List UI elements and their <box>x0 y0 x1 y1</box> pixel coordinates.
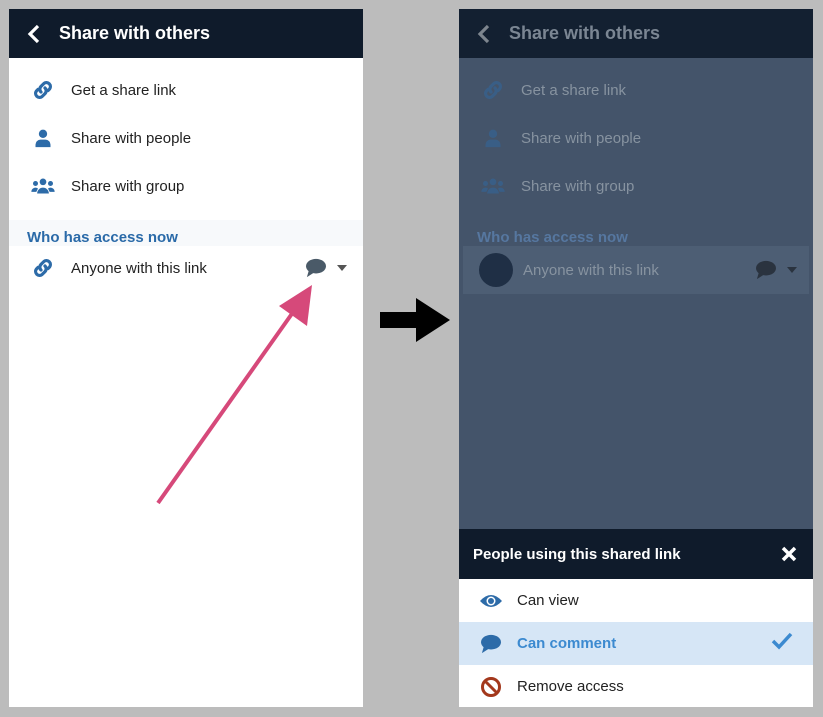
eye-icon <box>480 594 502 607</box>
permission-sheet: People using this shared link Can view C… <box>459 529 813 707</box>
option-remove-access[interactable]: Remove access <box>459 665 813 707</box>
access-row: Anyone with this link <box>463 246 809 294</box>
caret-down-icon <box>787 267 797 273</box>
page-title: Share with others <box>509 23 661 43</box>
black-arrow-right <box>380 298 450 342</box>
dimmed-content: Share with others Get a share link Share… <box>459 9 813 294</box>
link-icon <box>481 78 505 102</box>
sheet-header: People using this shared link <box>459 529 813 579</box>
option-label: Remove access <box>517 678 624 695</box>
menu-item-share-with-people: Share with people <box>459 114 813 162</box>
option-label: Can comment <box>517 635 617 652</box>
checkmark-icon <box>771 632 793 650</box>
sheet-title: People using this shared link <box>473 545 681 563</box>
menu-item-get-share-link: Get a share link <box>459 66 813 114</box>
menu-item-share-with-group: Share with group <box>459 162 813 210</box>
ban-icon <box>481 676 501 697</box>
pink-arrow <box>156 285 312 505</box>
avatar <box>479 253 513 287</box>
person-icon <box>483 127 503 149</box>
option-can-view[interactable]: Can view <box>459 579 813 622</box>
chevron-left-icon <box>477 24 490 43</box>
option-can-comment[interactable]: Can comment <box>459 622 813 665</box>
group-icon <box>480 176 506 196</box>
section-title: Who has access now <box>477 229 628 246</box>
app-header: Share with others <box>459 9 813 58</box>
permission-dropdown <box>755 260 797 280</box>
menu-label: Share with people <box>521 129 642 147</box>
access-label: Anyone with this link <box>523 261 659 279</box>
right-screen: Share with others Get a share link Share… <box>459 9 813 707</box>
option-label: Can view <box>517 592 579 609</box>
menu-label: Get a share link <box>521 81 627 99</box>
close-icon[interactable] <box>781 546 797 562</box>
comment-icon <box>480 634 502 654</box>
comment-icon <box>755 260 777 280</box>
menu-label: Share with group <box>521 177 635 195</box>
back-button <box>459 24 509 44</box>
